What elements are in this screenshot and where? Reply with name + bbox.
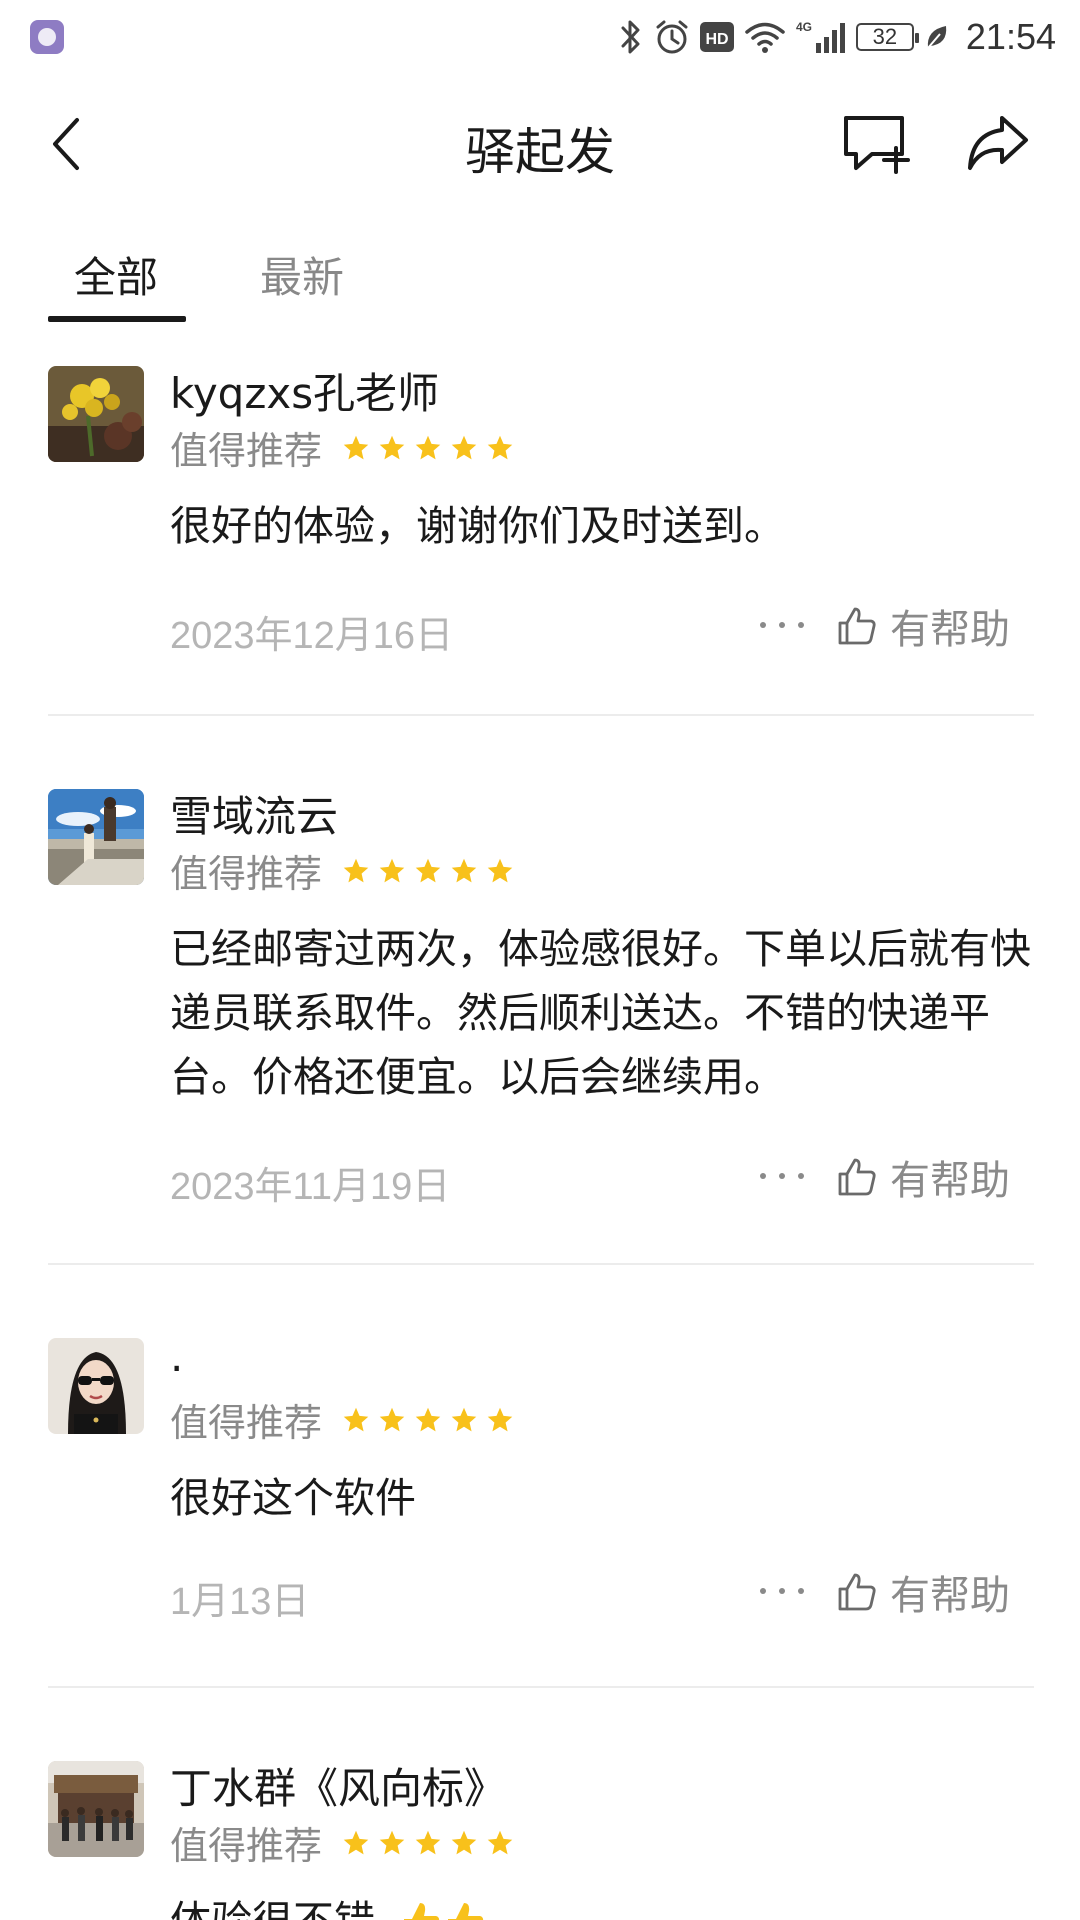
star-icon [451, 435, 477, 459]
star-icon [379, 858, 405, 882]
reviewer-name[interactable]: kyqzxs孔老师 [170, 360, 439, 421]
battery-indicator: 32 [855, 23, 919, 51]
cellular-signal-icon: 4G [796, 20, 845, 53]
write-review-button[interactable] [842, 114, 910, 174]
review-content: 已经邮寄过两次，体验感很好。下单以后就有快递员联系取件。然后顺利送达。不错的快递… [170, 925, 1031, 1101]
leaf-icon [927, 26, 947, 49]
battery-level: 32 [872, 24, 898, 49]
star-icon [451, 1830, 477, 1854]
review-item: 丁水群《风向标》 值得推荐 体验很不错 [48, 1761, 1034, 1920]
avatar[interactable] [48, 789, 144, 885]
reviewer-name[interactable]: . [170, 1332, 183, 1381]
hd-icon: HD [699, 22, 734, 52]
tab-all[interactable]: 全部 [74, 244, 158, 305]
star-icon [451, 858, 477, 882]
rating-row: 值得推荐 [170, 420, 514, 475]
review-date: 2023年12月16日 [170, 615, 454, 657]
star-icon [415, 1830, 441, 1854]
svg-text:4G: 4G [796, 20, 812, 34]
review-item: 雪域流云 值得推荐 已经邮寄过两次，体验感很好。下单以后就有快递员联系取件。然后… [48, 789, 1034, 1229]
star-icon [451, 1407, 477, 1431]
helpful-label: 有帮助 [890, 1158, 1010, 1204]
star-icon [415, 435, 441, 459]
rating-row: 值得推荐 [170, 1392, 514, 1447]
bluetooth-icon [621, 20, 640, 54]
review-meta: 2023年12月16日 有帮助 [170, 596, 1034, 657]
star-rating [342, 1829, 514, 1857]
star-icon [487, 1407, 513, 1431]
avatar[interactable] [48, 1761, 144, 1857]
star-rating [342, 857, 514, 885]
rating-row: 值得推荐 [170, 843, 514, 898]
rating-label: 值得推荐 [170, 429, 323, 473]
review-content: 很好的体验，谢谢你们及时送到。 [170, 502, 785, 550]
star-icon [343, 1407, 369, 1431]
review-text: 体验很不错 [170, 1897, 375, 1920]
page-title: 驿起发 [465, 123, 615, 181]
star-rating [342, 434, 514, 462]
tab-latest[interactable]: 最新 [260, 244, 344, 305]
review-meta: 2023年11月19日 有帮助 [170, 1147, 1034, 1208]
star-icon [487, 1830, 513, 1854]
review-date: 1月13日 [170, 1581, 310, 1623]
status-bar: HD 4G 32 21:54 [0, 0, 1080, 72]
share-icon [968, 116, 1028, 170]
helpful-button[interactable]: 有帮助 [836, 596, 1010, 656]
star-rating [342, 1406, 514, 1434]
helpful-label: 有帮助 [890, 1573, 1010, 1619]
divider [48, 714, 1034, 716]
divider [48, 1686, 1034, 1688]
star-icon [487, 435, 513, 459]
star-icon [487, 858, 513, 882]
rating-label: 值得推荐 [170, 852, 323, 896]
helpful-button[interactable]: 有帮助 [836, 1562, 1010, 1622]
status-icons: HD 4G 32 21:54 [618, 12, 1056, 62]
star-icon [343, 1830, 369, 1854]
star-icon [415, 1407, 441, 1431]
svg-text:HD: HD [705, 31, 728, 48]
more-options-button[interactable] [760, 1161, 804, 1191]
thumbs-up-emoji-icon [448, 1903, 484, 1920]
add-comment-icon [844, 116, 910, 174]
reviewer-name[interactable]: 雪域流云 [170, 783, 338, 844]
helpful-label: 有帮助 [890, 607, 1010, 653]
star-icon [379, 435, 405, 459]
reviewer-name[interactable]: 丁水群《风向标》 [170, 1755, 506, 1816]
title-bar: 驿起发 [0, 90, 1080, 200]
review-meta: 1月13日 有帮助 [170, 1562, 1034, 1623]
thumbs-up-icon [838, 607, 876, 645]
more-options-button[interactable] [760, 1576, 804, 1606]
avatar[interactable] [48, 366, 144, 462]
alarm-icon [656, 20, 688, 54]
rating-row: 值得推荐 [170, 1815, 514, 1870]
star-icon [415, 858, 441, 882]
review-date: 2023年11月19日 [170, 1166, 451, 1208]
review-content: 很好这个软件 [170, 1474, 416, 1522]
rating-label: 值得推荐 [170, 1401, 323, 1445]
thumbs-up-icon [838, 1573, 876, 1611]
clock: 21:54 [965, 16, 1056, 57]
star-icon [379, 1830, 405, 1854]
thumbs-up-emoji-icon [404, 1903, 440, 1920]
more-options-button[interactable] [760, 610, 804, 640]
avatar[interactable] [48, 1338, 144, 1434]
rating-label: 值得推荐 [170, 1824, 323, 1868]
review-tabs: 全部 最新 [48, 240, 648, 322]
divider [48, 1263, 1034, 1265]
active-tab-indicator [48, 316, 186, 322]
helpful-button[interactable]: 有帮助 [836, 1147, 1010, 1207]
star-icon [379, 1407, 405, 1431]
share-button[interactable] [966, 112, 1030, 176]
thumbs-up-icon [838, 1158, 876, 1196]
review-content: 体验很不错 [170, 1889, 1034, 1920]
review-item: kyqzxs孔老师 值得推荐 很好的体验，谢谢你们及时送到。 2023年12月1… [48, 366, 1034, 676]
star-icon [343, 858, 369, 882]
app-notification-icon [30, 20, 64, 54]
review-item: . 值得推荐 很好这个软件 1月13日 有帮助 [48, 1332, 1034, 1648]
star-icon [343, 435, 369, 459]
wifi-icon [745, 22, 785, 53]
